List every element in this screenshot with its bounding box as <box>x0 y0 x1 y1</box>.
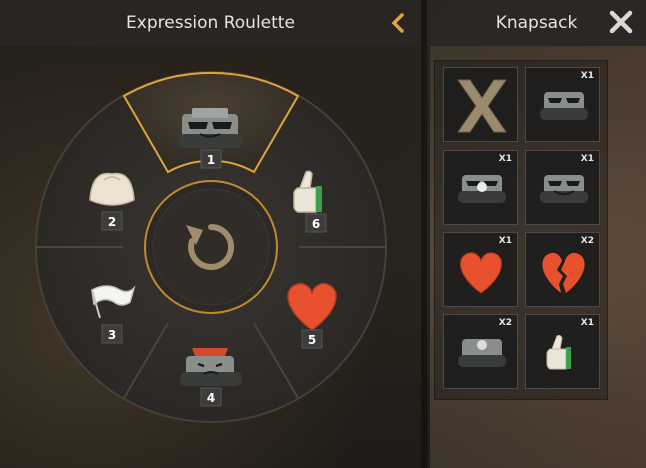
remove-x-icon <box>457 79 507 133</box>
knapsack-slot-2[interactable]: X1 <box>525 67 600 142</box>
knapsack-slot-1[interactable] <box>443 67 518 142</box>
knapsack-slot-4[interactable]: X1 <box>525 150 600 225</box>
broken-heart-icon <box>542 252 585 293</box>
knapsack-header: Knapsack <box>427 0 646 46</box>
panel-divider <box>421 0 427 468</box>
knapsack-slot-3[interactable]: X1 <box>443 150 518 225</box>
knapsack-slot-8[interactable]: X1 <box>525 314 600 389</box>
knapsack-slot-7[interactable]: X2 <box>443 314 518 389</box>
wheel-slot-2-number: 2 <box>108 215 116 229</box>
wheel-slot-1-number: 1 <box>207 153 215 167</box>
wheel-slot-5-number: 5 <box>308 333 316 347</box>
knapsack-slot-5[interactable]: X1 <box>443 232 518 307</box>
knapsack-title: Knapsack <box>495 13 578 33</box>
heart-icon <box>460 252 502 294</box>
wheel-slot-3-number: 3 <box>108 328 116 342</box>
tank-plain-icon <box>458 339 506 367</box>
wheel-slot-1[interactable] <box>178 108 242 148</box>
close-icon[interactable] <box>608 8 634 36</box>
knapsack-slot-6[interactable]: X2 <box>525 232 600 307</box>
tank-sunglasses-icon <box>458 175 506 203</box>
tank-sunglasses-icon <box>540 92 588 120</box>
wheel-slot-2[interactable] <box>89 172 135 206</box>
wheel-slot-4-number: 4 <box>207 391 215 405</box>
wheel-slot-6-number: 6 <box>312 217 320 231</box>
tank-grin-icon <box>540 175 588 203</box>
expression-wheel: 1 2 3 4 5 6 <box>35 71 387 423</box>
thumbs-up-icon <box>546 334 571 370</box>
